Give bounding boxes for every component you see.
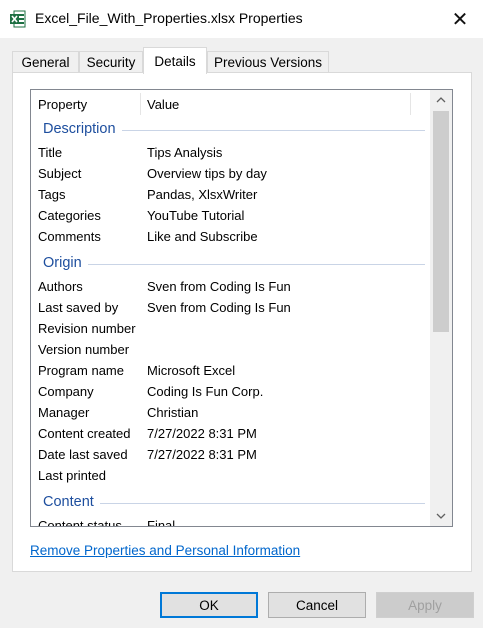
property-value[interactable]: Coding Is Fun Corp. <box>147 384 263 399</box>
property-value[interactable]: Tips Analysis <box>147 145 222 160</box>
list-header: Property Value <box>31 90 429 118</box>
list-item[interactable]: Comments Like and Subscribe <box>31 226 429 247</box>
scroll-up-arrow-icon[interactable] <box>430 91 452 109</box>
property-name: Title <box>38 145 63 160</box>
group-label: Description <box>43 121 116 137</box>
list-item[interactable]: Last saved by Sven from Coding Is Fun <box>31 297 429 318</box>
list-item[interactable]: Title Tips Analysis <box>31 142 429 163</box>
group-origin[interactable]: Origin <box>43 253 425 273</box>
scroll-down-arrow-icon[interactable] <box>430 507 452 525</box>
close-button[interactable]: ✕ <box>437 0 483 38</box>
property-name: Content created <box>38 426 131 441</box>
property-name: Tags <box>38 187 66 202</box>
property-name: Content status <box>38 518 122 527</box>
tab-details[interactable]: Details <box>143 47 207 74</box>
property-name: Authors <box>38 279 83 294</box>
ok-button[interactable]: OK <box>160 592 258 618</box>
list-item[interactable]: Program name Microsoft Excel <box>31 360 429 381</box>
group-divider <box>121 129 425 131</box>
property-value[interactable]: 7/27/2022 8:31 PM <box>147 447 257 462</box>
property-name: Last saved by <box>38 300 119 315</box>
vertical-scrollbar[interactable] <box>430 90 452 526</box>
group-divider <box>87 263 425 265</box>
property-name: Company <box>38 384 94 399</box>
scrollbar-thumb[interactable] <box>433 111 449 332</box>
excel-file-icon <box>10 10 26 28</box>
column-header-value[interactable]: Value <box>147 97 179 112</box>
list-item[interactable]: Version number <box>31 339 429 360</box>
property-name: Categories <box>38 208 101 223</box>
tab-strip: General Security Details Previous Versio… <box>12 47 472 74</box>
close-icon: ✕ <box>451 8 469 31</box>
tab-security[interactable]: Security <box>79 51 143 73</box>
window-title: Excel_File_With_Properties.xlsx Properti… <box>35 10 303 26</box>
list-item[interactable]: Date last saved 7/27/2022 8:31 PM <box>31 444 429 465</box>
tab-previous-versions[interactable]: Previous Versions <box>207 51 329 73</box>
property-value[interactable]: Christian <box>147 405 198 420</box>
property-name: Subject <box>38 166 82 181</box>
property-value[interactable]: Like and Subscribe <box>147 229 258 244</box>
property-value[interactable]: Microsoft Excel <box>147 363 235 378</box>
properties-list[interactable]: Property Value Description Title Tips An… <box>30 89 453 527</box>
property-value[interactable]: Overview tips by day <box>147 166 267 181</box>
property-name: Comments <box>38 229 101 244</box>
property-name: Date last saved <box>38 447 128 462</box>
property-name: Program name <box>38 363 124 378</box>
list-item[interactable]: Categories YouTube Tutorial <box>31 205 429 226</box>
list-item[interactable]: Content created 7/27/2022 8:31 PM <box>31 423 429 444</box>
group-content[interactable]: Content <box>43 492 425 512</box>
group-description[interactable]: Description <box>43 119 425 139</box>
column-divider[interactable] <box>140 93 141 115</box>
list-item[interactable]: Last printed <box>31 465 429 486</box>
list-item[interactable]: Subject Overview tips by day <box>31 163 429 184</box>
property-value[interactable]: 7/27/2022 8:31 PM <box>147 426 257 441</box>
property-name: Revision number <box>38 321 136 336</box>
property-value[interactable]: Sven from Coding Is Fun <box>147 300 291 315</box>
property-name: Version number <box>38 342 130 357</box>
property-value[interactable]: Pandas, XlsxWriter <box>147 187 257 202</box>
list-item[interactable]: Authors Sven from Coding Is Fun <box>31 276 429 297</box>
property-value[interactable]: Final <box>147 518 175 526</box>
remove-properties-link[interactable]: Remove Properties and Personal Informati… <box>30 543 300 558</box>
group-label: Origin <box>43 255 82 271</box>
list-item[interactable]: Content status Final <box>31 515 429 527</box>
property-value[interactable]: YouTube Tutorial <box>147 208 244 223</box>
property-value[interactable]: Sven from Coding Is Fun <box>147 279 291 294</box>
apply-button[interactable]: Apply <box>376 592 474 618</box>
title-bar: Excel_File_With_Properties.xlsx Properti… <box>0 0 483 38</box>
details-panel: Property Value Description Title Tips An… <box>12 72 472 572</box>
property-name: Last printed <box>38 468 106 483</box>
list-item[interactable]: Company Coding Is Fun Corp. <box>31 381 429 402</box>
list-item[interactable]: Revision number <box>31 318 429 339</box>
tab-general[interactable]: General <box>12 51 79 73</box>
property-name: Manager <box>38 405 90 420</box>
column-header-property[interactable]: Property <box>38 97 87 112</box>
group-divider <box>99 502 425 504</box>
cancel-button[interactable]: Cancel <box>268 592 366 618</box>
list-item[interactable]: Tags Pandas, XlsxWriter <box>31 184 429 205</box>
list-item[interactable]: Manager Christian <box>31 402 429 423</box>
column-divider[interactable] <box>410 93 411 115</box>
group-label: Content <box>43 494 94 510</box>
